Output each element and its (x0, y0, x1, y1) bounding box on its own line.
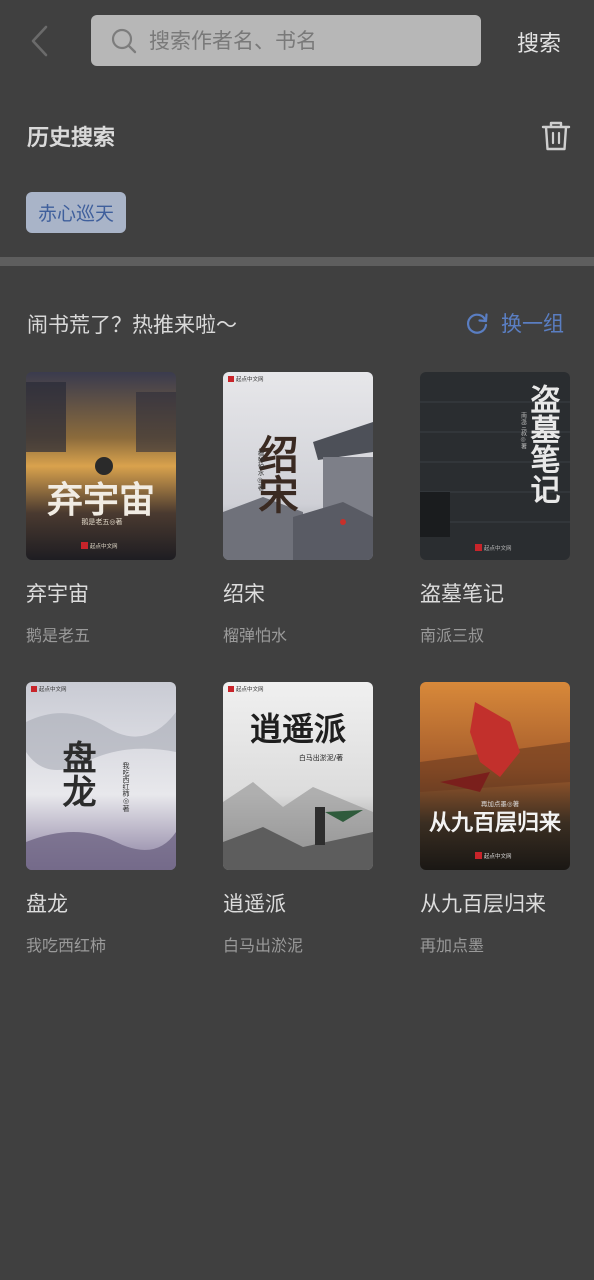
book-cover: 弃宇宙 鹅是老五◎著 起点中文网 (26, 372, 176, 560)
book-cover: 绍宋 榴弹怕水◎著 起点中文网 (223, 372, 373, 560)
trash-icon (541, 121, 571, 151)
cover-publisher: 起点中文网 (90, 542, 118, 550)
search-page: 搜索 历史搜索 赤心巡天 闹书荒了？热推来啦～ 换一组 (0, 0, 594, 1280)
book-cover: 逍遥派 白马出淤泥/著 起点中文网 (223, 682, 373, 870)
book-title: 盘龙 (26, 892, 68, 916)
refresh-label: 换一组 (501, 312, 564, 336)
section-divider (0, 257, 594, 266)
cover-byline: 鹅是老五◎著 (81, 517, 122, 526)
book-title: 盗墓笔记 (420, 582, 504, 606)
clear-history-button[interactable] (541, 120, 571, 152)
book-title: 从九百层归来 (420, 892, 546, 916)
search-header: 搜索 (0, 0, 594, 82)
search-button[interactable]: 搜索 (506, 22, 572, 62)
search-icon (111, 28, 137, 53)
book-cover: 盘龙 我吃西红柿◎著 起点中文网 (26, 682, 176, 870)
book-title: 绍宋 (223, 582, 265, 606)
cover-byline: 我吃西红柿◎著 (122, 761, 130, 813)
book-author: 再加点墨 (420, 936, 485, 955)
book-title: 逍遥派 (223, 892, 286, 916)
cover-publisher: 起点中文网 (484, 852, 512, 860)
refresh-icon (467, 313, 488, 334)
cover-title: 盗墓笔记 (525, 384, 562, 504)
book-card[interactable]: 再加点墨◎著 从九百层归来 起点中文网 从九百层归来 再加点墨 (420, 682, 570, 956)
book-card[interactable]: 绍宋 榴弹怕水◎著 起点中文网 绍宋 榴弹怕水 (223, 372, 373, 646)
cover-publisher: 起点中文网 (484, 544, 512, 552)
book-cover: 盗墓笔记 南派三叔◎著 起点中文网 (420, 372, 570, 560)
cover-title: 逍遥派 (250, 710, 346, 748)
book-card[interactable]: 盘龙 我吃西红柿◎著 起点中文网 盘龙 我吃西红柿 (26, 682, 176, 956)
cover-publisher: 起点中文网 (39, 685, 67, 693)
book-card[interactable]: 逍遥派 白马出淤泥/著 起点中文网 逍遥派 白马出淤泥 (223, 682, 373, 956)
cover-publisher: 起点中文网 (236, 375, 264, 383)
book-cover: 再加点墨◎著 从九百层归来 起点中文网 (420, 682, 570, 870)
book-author: 榴弹怕水 (223, 626, 288, 645)
cover-byline: 榴弹怕水◎著 (256, 449, 264, 492)
cover-title: 盘龙 (56, 740, 96, 808)
history-title: 历史搜索 (27, 126, 116, 151)
history-chip[interactable]: 赤心巡天 (26, 192, 127, 233)
cover-byline: 白马出淤泥/著 (299, 753, 343, 762)
cover-byline: 再加点墨◎著 (481, 799, 520, 808)
book-title: 弃宇宙 (26, 582, 89, 606)
book-author: 我吃西红柿 (26, 936, 107, 955)
cover-byline: 南派三叔◎著 (520, 411, 527, 450)
recommend-title: 闹书荒了？热推来啦～ (27, 313, 237, 337)
book-author: 白马出淤泥 (223, 936, 304, 955)
book-card[interactable]: 弃宇宙 鹅是老五◎著 起点中文网 弃宇宙 鹅是老五 (26, 372, 176, 646)
book-author: 鹅是老五 (26, 626, 91, 645)
book-card[interactable]: 盗墓笔记 南派三叔◎著 起点中文网 盗墓笔记 南派三叔 (420, 372, 570, 646)
cover-publisher: 起点中文网 (236, 685, 264, 693)
search-field[interactable] (91, 15, 481, 66)
cover-title: 弃宇宙 (47, 480, 155, 521)
book-author: 南派三叔 (420, 626, 485, 645)
search-input[interactable] (149, 28, 459, 53)
chevron-left-icon (31, 25, 48, 57)
back-button[interactable] (28, 20, 68, 62)
refresh-button[interactable]: 换一组 (465, 307, 564, 339)
cover-title: 从九百层归来 (429, 810, 562, 836)
